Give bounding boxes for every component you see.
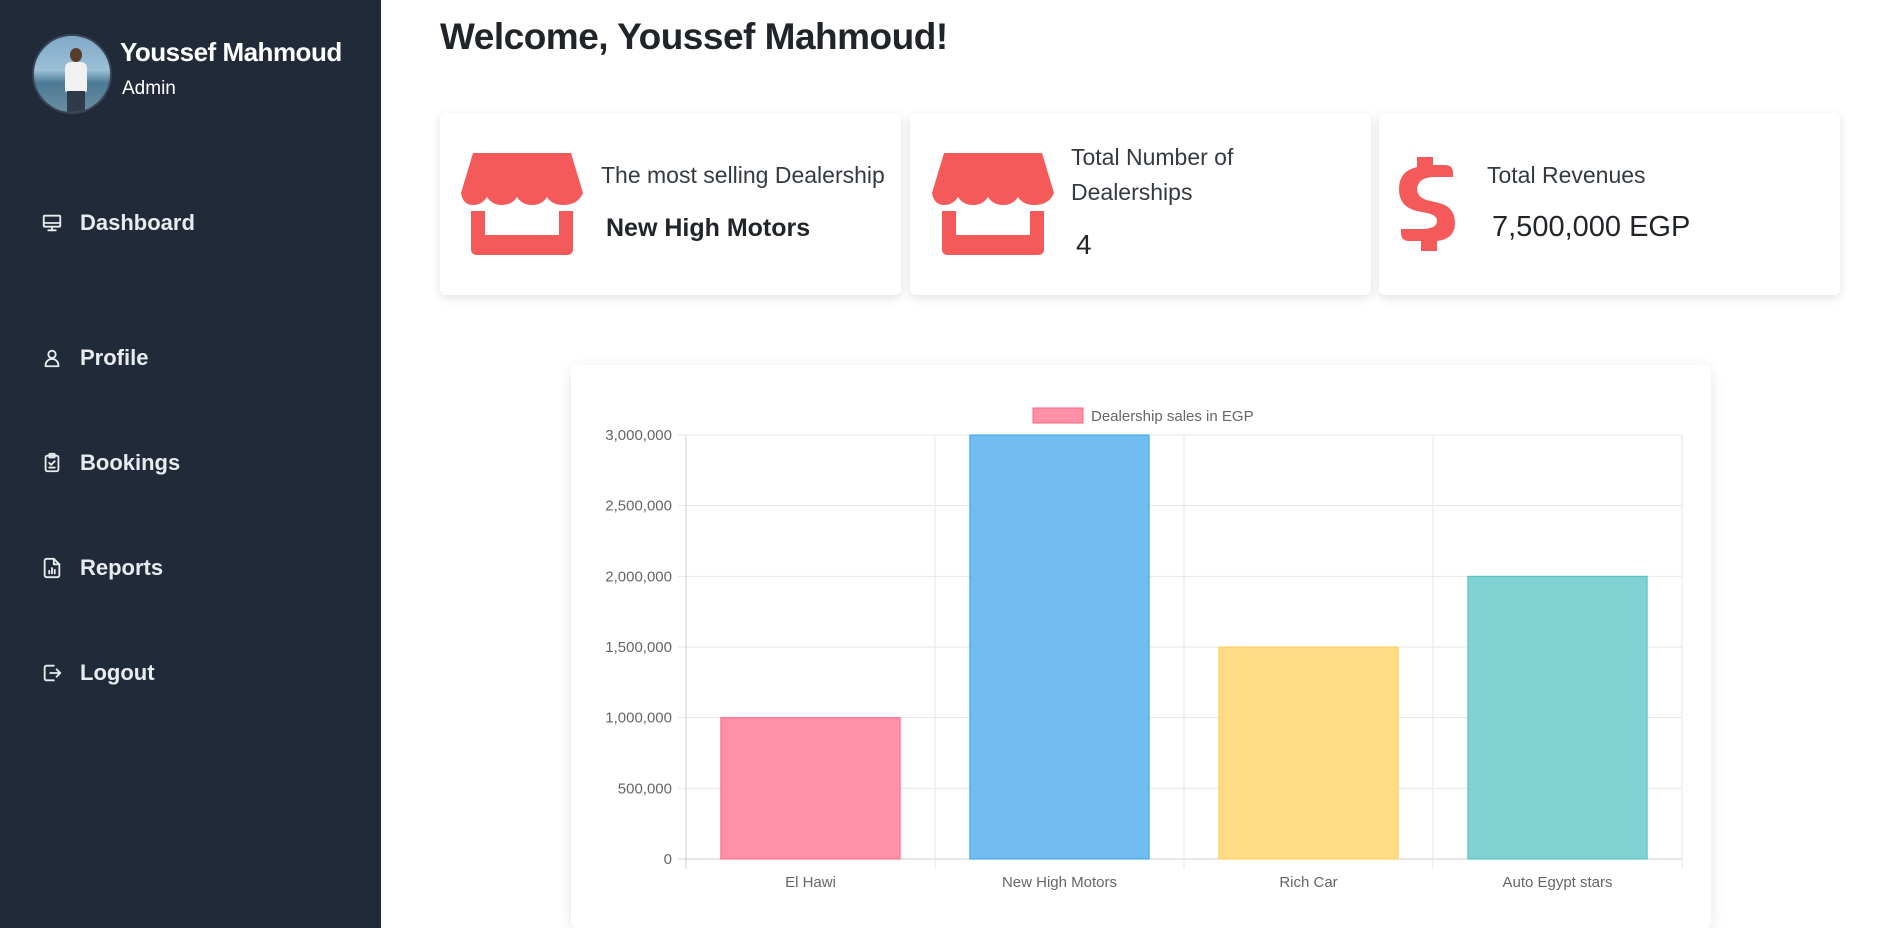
page-title: Welcome, Youssef Mahmoud!: [440, 16, 948, 57]
report-icon: [40, 556, 64, 580]
card-value: 7,500,000 EGP: [1492, 211, 1691, 243]
legend-swatch: [1032, 407, 1084, 424]
y-tick-label: 2,500,000: [605, 498, 672, 515]
card-value: 4: [1076, 229, 1092, 260]
x-tick-label: New High Motors: [1002, 874, 1117, 891]
y-tick-label: 2,000,000: [605, 568, 672, 585]
sidebar-item-logout[interactable]: Logout: [40, 620, 195, 725]
sales-bar-chart: 0 500,000 1,000,000 1,500,000 2,000,000 2,500…: [605, 407, 1683, 891]
sidebar-item-reports[interactable]: Reports: [40, 515, 195, 620]
x-tick-label: Rich Car: [1279, 874, 1337, 891]
chart-bar: [969, 434, 1150, 860]
sidebar-nav: Dashboard Profile Bookings Reports Logou…: [40, 200, 195, 725]
card-title: Total Revenues: [1487, 162, 1646, 188]
y-tick-label: 1,000,000: [605, 710, 672, 727]
card-title: The most selling Dealership: [601, 162, 885, 188]
main-content: Welcome, Youssef Mahmoud! The most selli…: [381, 0, 1887, 928]
store-icon: [461, 153, 583, 260]
dollar-icon: [1395, 151, 1459, 262]
avatar[interactable]: [32, 34, 112, 114]
clipboard-icon: [40, 451, 64, 475]
sales-chart-card: 0 500,000 1,000,000 1,500,000 2,000,000 2,500…: [571, 365, 1711, 928]
y-tick-label: 3,000,000: [605, 427, 672, 444]
sidebar-item-bookings[interactable]: Bookings: [40, 410, 195, 515]
sidebar-item-label: Dashboard: [80, 210, 195, 235]
stat-card-top-dealership: The most selling Dealership New High Mot…: [440, 113, 901, 295]
chart-bar: [720, 717, 901, 860]
y-tick-label: 0: [664, 851, 672, 868]
user-profile: Youssef Mahmoud Admin: [32, 34, 342, 114]
card-title: Total Number of Dealerships: [1071, 144, 1234, 205]
sidebar-item-label: Logout: [80, 659, 155, 685]
sidebar: Youssef Mahmoud Admin Dashboard Profile: [0, 0, 381, 928]
chart-bar: [1218, 646, 1399, 860]
card-value: New High Motors: [606, 214, 811, 242]
user-role: Admin: [122, 78, 176, 99]
logout-icon: [40, 661, 64, 685]
user-name: Youssef Mahmoud: [120, 37, 342, 67]
x-tick-label: Auto Egypt stars: [1502, 874, 1612, 891]
legend-label: Dealership sales in EGP: [1091, 408, 1254, 425]
user-icon: [40, 346, 64, 370]
sidebar-item-label: Profile: [80, 344, 149, 370]
y-tick-label: 500,000: [618, 780, 672, 797]
chart-bar: [1467, 575, 1648, 860]
store-icon: [932, 153, 1054, 260]
sidebar-item-profile[interactable]: Profile: [40, 305, 195, 410]
stat-card-total-revenues: Total Revenues 7,500,000 EGP: [1379, 113, 1840, 295]
sidebar-item-label: Reports: [80, 554, 164, 580]
y-tick-label: 1,500,000: [605, 639, 672, 656]
sidebar-item-dashboard[interactable]: Dashboard: [40, 200, 195, 246]
stat-card-dealership-count: Total Number of Dealerships 4: [910, 113, 1371, 295]
sidebar-item-label: Bookings: [80, 449, 181, 475]
x-tick-label: El Hawi: [785, 874, 836, 891]
monitor-icon: [40, 211, 64, 235]
